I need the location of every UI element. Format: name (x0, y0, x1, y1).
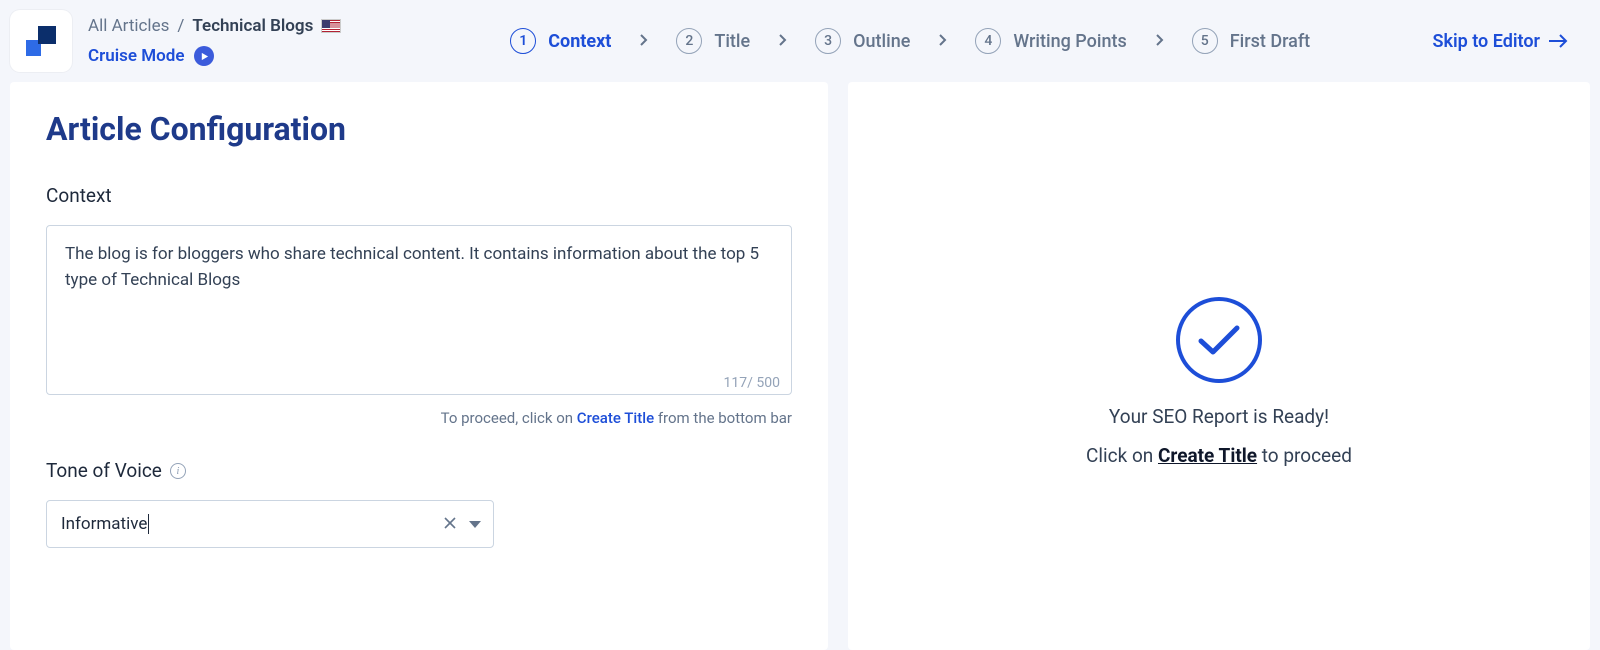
context-char-count: 117/ 500 (724, 375, 780, 391)
tone-label-text: Tone of Voice (46, 459, 162, 482)
clear-icon[interactable] (437, 508, 463, 541)
skip-to-editor-label: Skip to Editor (1432, 31, 1540, 52)
page-title: Article Configuration (46, 110, 792, 148)
breadcrumb-current: Technical Blogs (192, 16, 313, 36)
step-outline[interactable]: 3 Outline (815, 28, 910, 54)
seo-proceed-text: Click on Create Title to proceed (1086, 444, 1352, 467)
step-label: Outline (853, 31, 910, 52)
config-panel: Article Configuration Context The blog i… (10, 82, 828, 650)
step-number: 2 (676, 28, 702, 54)
seo-panel: Your SEO Report is Ready! Click on Creat… (848, 82, 1590, 650)
chevron-right-icon (938, 31, 947, 52)
step-first-draft[interactable]: 5 First Draft (1192, 28, 1310, 54)
context-input[interactable]: The blog is for bloggers who share techn… (46, 225, 792, 395)
context-hint-link: Create Title (577, 409, 654, 427)
context-label: Context (46, 184, 792, 207)
us-flag-icon (321, 19, 341, 33)
breadcrumb-separator: / (177, 16, 184, 36)
main-panels: Article Configuration Context The blog i… (0, 82, 1600, 650)
breadcrumb-root[interactable]: All Articles (88, 16, 169, 36)
check-circle-icon (1176, 297, 1262, 383)
seo-proceed-suffix: to proceed (1257, 444, 1352, 467)
step-number: 1 (510, 28, 536, 54)
step-number: 4 (975, 28, 1001, 54)
wizard-stepper: 1 Context 2 Title 3 Outline 4 Writing Points 5 Fi… (404, 28, 1416, 54)
play-icon (194, 46, 214, 66)
context-hint-prefix: To proceed, click on (441, 409, 577, 427)
arrow-right-icon (1548, 34, 1568, 48)
tone-of-voice-select[interactable]: Informative (46, 500, 494, 548)
step-label: First Draft (1230, 31, 1310, 52)
context-hint-suffix: from the bottom bar (654, 409, 792, 427)
chevron-right-icon (1155, 31, 1164, 52)
top-bar: All Articles / Technical Blogs Cruise Mo… (0, 0, 1600, 82)
info-icon[interactable]: i (170, 463, 186, 479)
step-label: Writing Points (1013, 31, 1126, 52)
chevron-down-icon[interactable] (463, 510, 483, 538)
tone-label: Tone of Voice i (46, 459, 792, 482)
cruise-mode-toggle[interactable]: Cruise Mode (88, 46, 388, 66)
step-title[interactable]: 2 Title (676, 28, 750, 54)
tone-value: Informative (61, 514, 437, 535)
step-number: 3 (815, 28, 841, 54)
step-label: Context (548, 31, 611, 52)
app-logo[interactable] (10, 10, 72, 72)
chevron-right-icon (778, 31, 787, 52)
skip-to-editor-link[interactable]: Skip to Editor (1432, 31, 1568, 52)
context-label-text: Context (46, 184, 112, 207)
context-hint: To proceed, click on Create Title from t… (46, 409, 792, 427)
context-field-wrap: The blog is for bloggers who share techn… (46, 225, 792, 399)
breadcrumb-and-mode: All Articles / Technical Blogs Cruise Mo… (88, 16, 388, 66)
seo-ready-block: Your SEO Report is Ready! Click on Creat… (1086, 297, 1352, 467)
seo-proceed-prefix: Click on (1086, 444, 1158, 467)
step-number: 5 (1192, 28, 1218, 54)
chevron-right-icon (639, 31, 648, 52)
step-context[interactable]: 1 Context (510, 28, 611, 54)
seo-ready-text: Your SEO Report is Ready! (1109, 405, 1329, 428)
cruise-mode-label: Cruise Mode (88, 46, 184, 66)
logo-icon (26, 26, 56, 56)
breadcrumb: All Articles / Technical Blogs (88, 16, 388, 36)
create-title-link[interactable]: Create Title (1158, 444, 1257, 467)
step-label: Title (714, 31, 750, 52)
step-writing-points[interactable]: 4 Writing Points (975, 28, 1126, 54)
